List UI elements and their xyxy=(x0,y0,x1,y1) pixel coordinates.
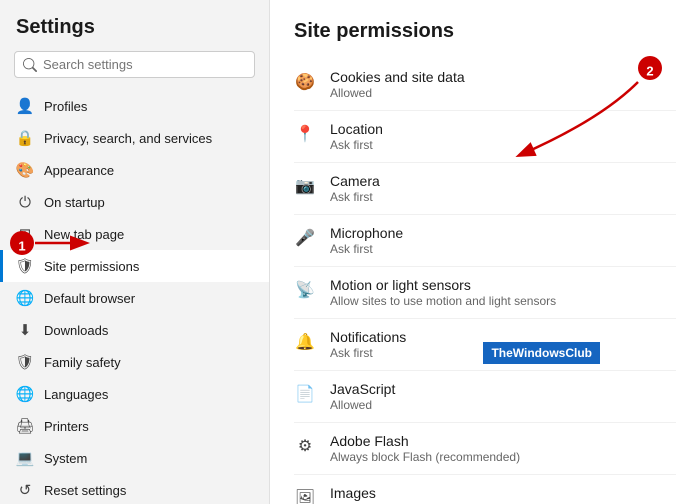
system-icon: 💻 xyxy=(16,449,34,467)
appearance-icon: 🎨 xyxy=(16,161,34,179)
languages-icon: 🌐 xyxy=(16,385,34,403)
cookies-perm-name: Cookies and site data xyxy=(330,69,676,85)
notifications-perm-text: NotificationsAsk first xyxy=(330,329,676,360)
sidebar-item-system[interactable]: 💻 System xyxy=(0,442,269,474)
sidebar-item-downloads[interactable]: ⬇ Downloads xyxy=(0,314,269,346)
camera-perm-status: Ask first xyxy=(330,190,676,204)
sidebar-label-downloads: Downloads xyxy=(44,323,253,338)
sidebar-label-printers: Printers xyxy=(44,419,253,434)
motion-sensors-perm-text: Motion or light sensorsAllow sites to us… xyxy=(330,277,676,308)
search-box[interactable] xyxy=(14,51,255,78)
motion-sensors-perm-icon: 📡 xyxy=(294,279,316,301)
microphone-perm-text: MicrophoneAsk first xyxy=(330,225,676,256)
sidebar-label-new-tab: New tab page xyxy=(44,227,253,242)
javascript-perm-icon: 📄 xyxy=(294,383,316,405)
cookies-perm-text: Cookies and site dataAllowed xyxy=(330,69,676,100)
javascript-perm-name: JavaScript xyxy=(330,381,676,397)
motion-sensors-perm-status: Allow sites to use motion and light sens… xyxy=(330,294,676,308)
site-permissions-icon: 🛡 xyxy=(16,257,34,275)
cookies-perm-icon: 🍪 xyxy=(294,71,316,93)
camera-perm-icon: 📷 xyxy=(294,175,316,197)
sidebar-item-default-browser[interactable]: 🌐 Default browser xyxy=(0,282,269,314)
images-perm-text: ImagesShow all xyxy=(330,485,676,504)
notifications-perm-status: Ask first xyxy=(330,346,676,360)
sidebar-item-new-tab[interactable]: ⊞ New tab page xyxy=(0,218,269,250)
permission-item-motion-sensors[interactable]: 📡 Motion or light sensorsAllow sites to u… xyxy=(294,267,676,319)
default-browser-icon: 🌐 xyxy=(16,289,34,307)
location-perm-icon: 📍 xyxy=(294,123,316,145)
sidebar-item-languages[interactable]: 🌐 Languages xyxy=(0,378,269,410)
nav-list: 👤 Profiles 🔒 Privacy, search, and services 🎨… xyxy=(0,90,269,504)
adobe-flash-perm-status: Always block Flash (recommended) xyxy=(330,450,676,464)
images-perm-icon: 🖼 xyxy=(294,487,316,504)
main-content: Site permissions 🍪Cookies and site dataA… xyxy=(270,0,700,504)
camera-perm-name: Camera xyxy=(330,173,676,189)
permission-item-location[interactable]: 📍 LocationAsk first xyxy=(294,111,676,163)
sidebar-label-appearance: Appearance xyxy=(44,163,253,178)
sidebar-label-system: System xyxy=(44,451,253,466)
permission-item-adobe-flash[interactable]: ⚙ Adobe FlashAlways block Flash (recommen… xyxy=(294,423,676,475)
sidebar-label-site-permissions: Site permissions xyxy=(44,259,253,274)
profiles-icon: 👤 xyxy=(16,97,34,115)
permission-item-images[interactable]: 🖼 ImagesShow all xyxy=(294,475,676,504)
privacy-icon: 🔒 xyxy=(16,129,34,147)
sidebar-item-site-permissions[interactable]: 🛡 Site permissions xyxy=(0,250,269,282)
sidebar-item-on-startup[interactable]: ⏻ On startup xyxy=(0,186,269,218)
location-perm-text: LocationAsk first xyxy=(330,121,676,152)
sidebar-item-privacy[interactable]: 🔒 Privacy, search, and services xyxy=(0,122,269,154)
main-title: Site permissions xyxy=(294,20,676,43)
cookies-perm-status: Allowed xyxy=(330,86,676,100)
sidebar-label-family-safety: Family safety xyxy=(44,355,253,370)
adobe-flash-perm-name: Adobe Flash xyxy=(330,433,676,449)
microphone-perm-icon: 🎤 xyxy=(294,227,316,249)
family-safety-icon: 🛡 xyxy=(16,353,34,371)
new-tab-icon: ⊞ xyxy=(16,225,34,243)
notifications-perm-name: Notifications xyxy=(330,329,676,345)
javascript-perm-status: Allowed xyxy=(330,398,676,412)
javascript-perm-text: JavaScriptAllowed xyxy=(330,381,676,412)
sidebar-item-reset[interactable]: ↺ Reset settings xyxy=(0,474,269,504)
images-perm-name: Images xyxy=(330,485,676,501)
location-perm-status: Ask first xyxy=(330,138,676,152)
permission-item-javascript[interactable]: 📄 JavaScriptAllowed xyxy=(294,371,676,423)
microphone-perm-status: Ask first xyxy=(330,242,676,256)
printers-icon: 🖨 xyxy=(16,417,34,435)
motion-sensors-perm-name: Motion or light sensors xyxy=(330,277,676,293)
sidebar-label-privacy: Privacy, search, and services xyxy=(44,131,253,146)
sidebar-label-default-browser: Default browser xyxy=(44,291,253,306)
sidebar-label-languages: Languages xyxy=(44,387,253,402)
on-startup-icon: ⏻ xyxy=(16,193,34,211)
permissions-list: 🍪Cookies and site dataAllowed📍LocationAs… xyxy=(294,59,676,504)
sidebar-label-on-startup: On startup xyxy=(44,195,253,210)
microphone-perm-name: Microphone xyxy=(330,225,676,241)
permission-item-camera[interactable]: 📷 CameraAsk first xyxy=(294,163,676,215)
search-icon xyxy=(23,58,37,72)
sidebar-item-printers[interactable]: 🖨 Printers xyxy=(0,410,269,442)
location-perm-name: Location xyxy=(330,121,676,137)
sidebar-label-reset: Reset settings xyxy=(44,483,253,498)
sidebar-item-appearance[interactable]: 🎨 Appearance xyxy=(0,154,269,186)
reset-icon: ↺ xyxy=(16,481,34,499)
adobe-flash-perm-text: Adobe FlashAlways block Flash (recommend… xyxy=(330,433,676,464)
sidebar-title: Settings xyxy=(0,16,269,51)
sidebar-label-profiles: Profiles xyxy=(44,99,253,114)
notifications-perm-icon: 🔔 xyxy=(294,331,316,353)
sidebar-item-profiles[interactable]: 👤 Profiles xyxy=(0,90,269,122)
sidebar: Settings 👤 Profiles 🔒 Privacy, search, and … xyxy=(0,0,270,504)
permission-item-cookies[interactable]: 🍪 Cookies and site dataAllowed xyxy=(294,59,676,111)
downloads-icon: ⬇ xyxy=(16,321,34,339)
search-input[interactable] xyxy=(43,57,246,72)
adobe-flash-perm-icon: ⚙ xyxy=(294,435,316,457)
sidebar-item-family-safety[interactable]: 🛡 Family safety xyxy=(0,346,269,378)
camera-perm-text: CameraAsk first xyxy=(330,173,676,204)
permission-item-microphone[interactable]: 🎤 MicrophoneAsk first xyxy=(294,215,676,267)
permission-item-notifications[interactable]: 🔔 NotificationsAsk first xyxy=(294,319,676,371)
